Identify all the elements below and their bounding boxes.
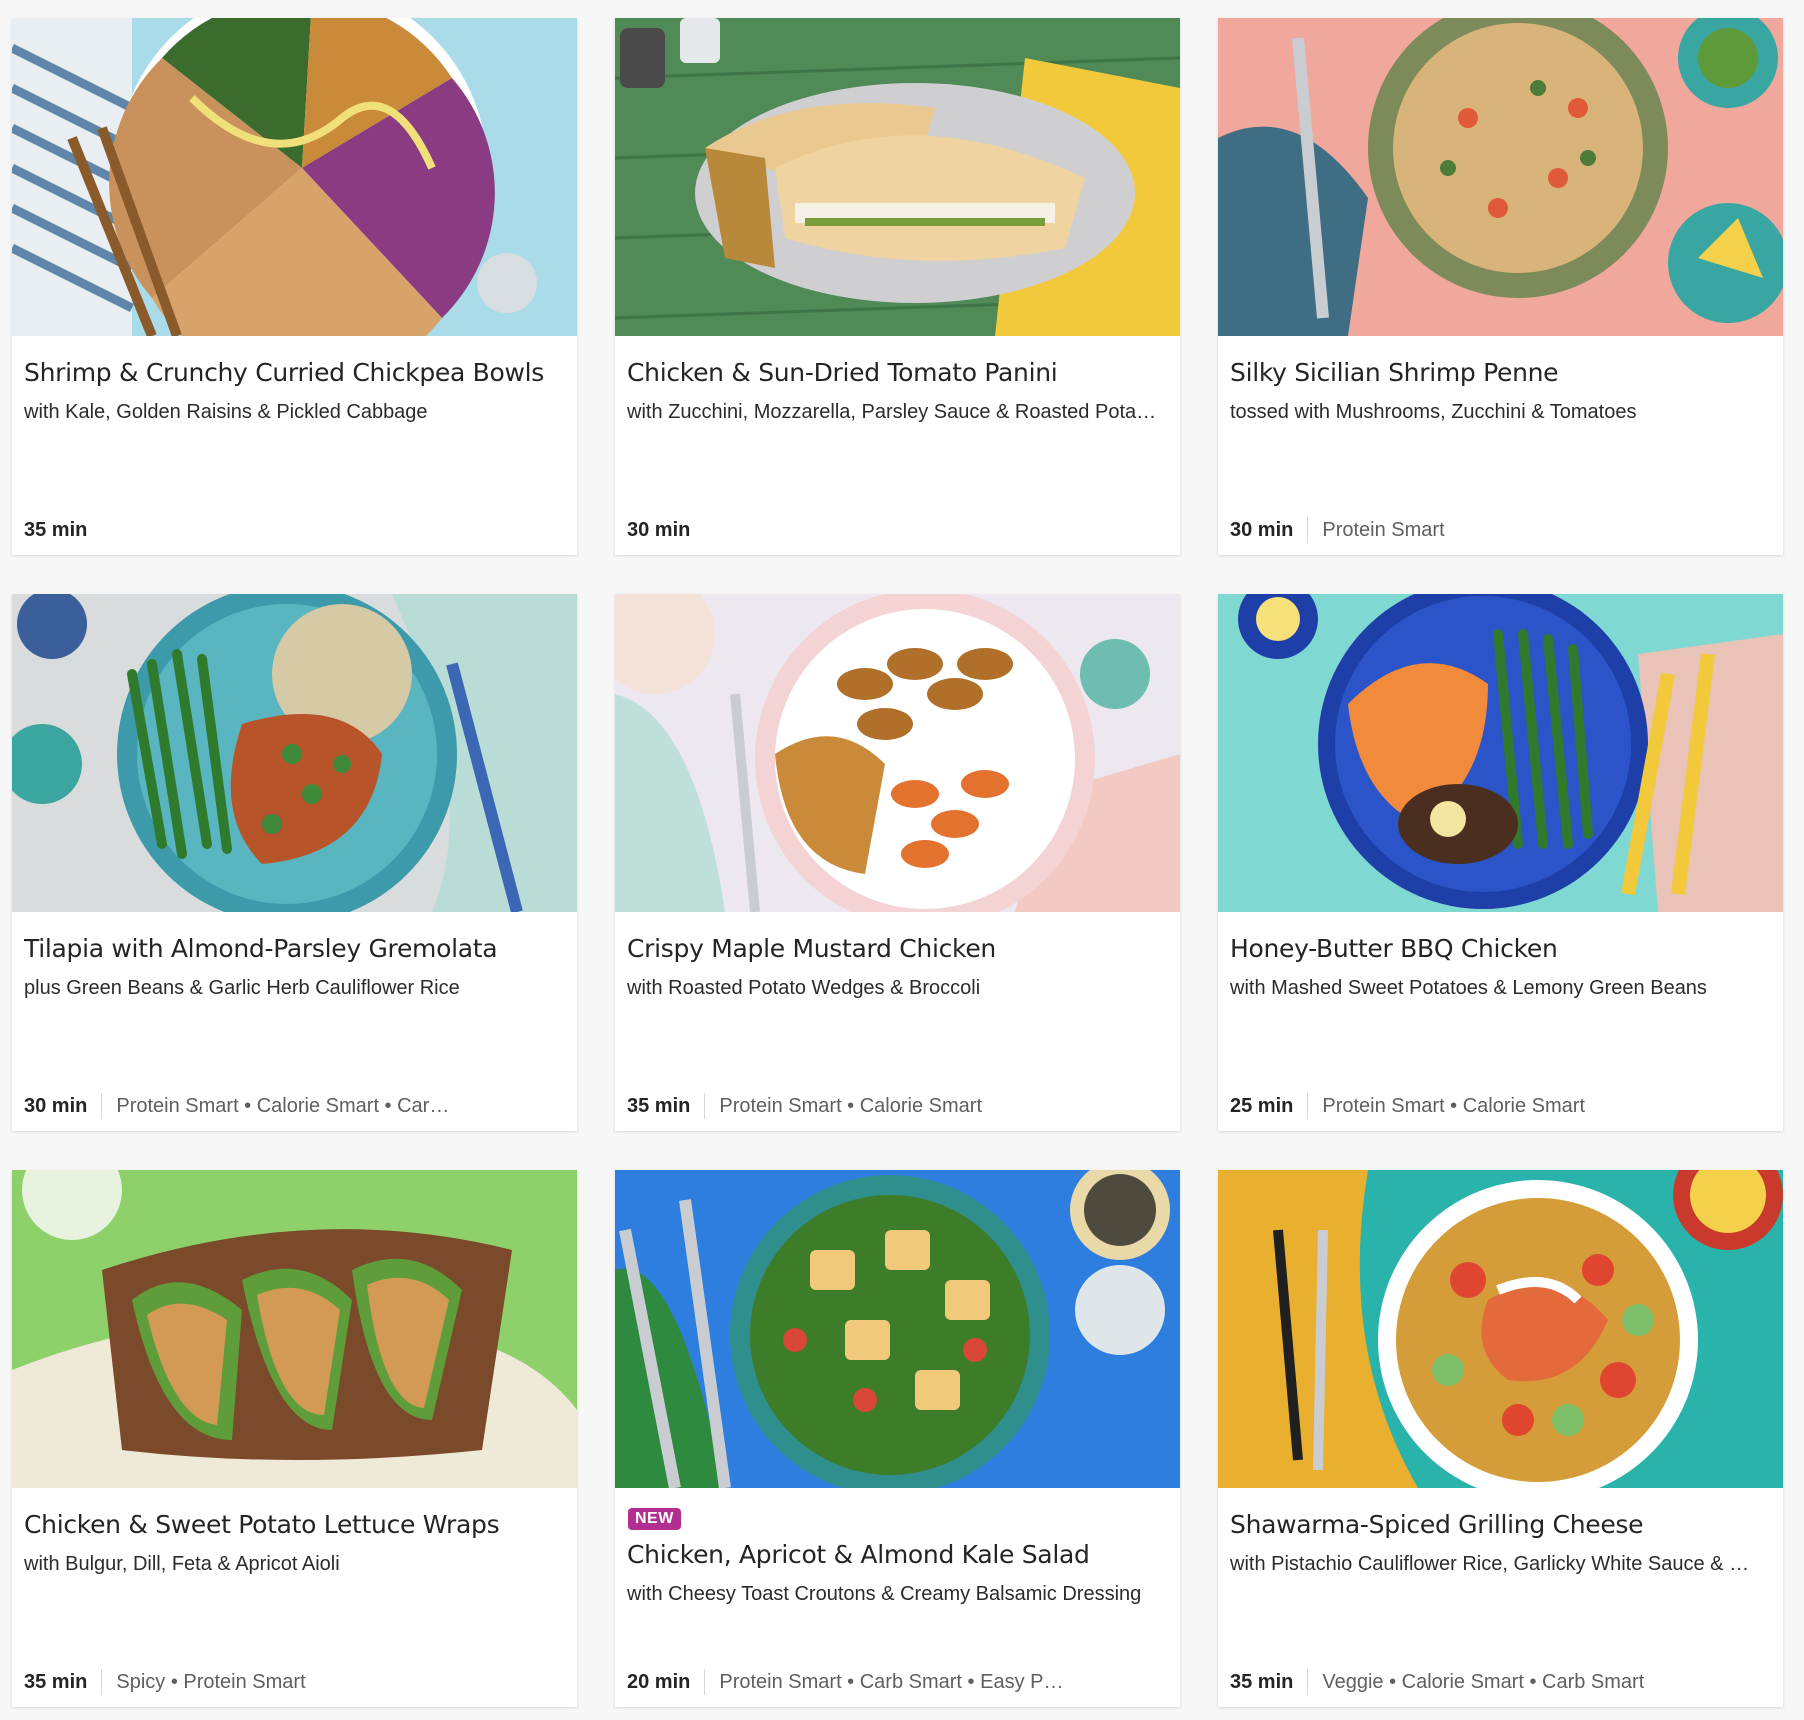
recipe-subtitle: plus Green Beans & Garlic Herb Cauliflow… [24, 977, 460, 999]
recipe-card[interactable]: Chicken & Sun-Dried Tomato Panini with Z… [615, 18, 1180, 555]
cook-time: 30 min [24, 1094, 88, 1117]
recipe-meta: 20 min Protein Smart • Carb Smart • Easy… [627, 1667, 1168, 1697]
recipe-tags: Veggie • Calorie Smart • Carb Smart [1322, 1670, 1645, 1693]
recipe-info: NEW Chicken, Apricot & Almond Kale Salad… [627, 1488, 1168, 1707]
chicken-potato-plate-icon [615, 594, 1180, 912]
recipe-subtitle: tossed with Mushrooms, Zucchini & Tomato… [1230, 401, 1637, 423]
shawarma-rice-bowl-icon [1218, 1170, 1783, 1488]
panini-on-plate-icon [615, 18, 1180, 336]
recipe-tags: Protein Smart • Calorie Smart [1322, 1094, 1585, 1117]
recipe-subtitle: with Kale, Golden Raisins & Pickled Cabb… [24, 401, 428, 423]
meta-divider [704, 1093, 706, 1119]
recipe-card[interactable]: Chicken & Sweet Potato Lettuce Wraps wit… [12, 1170, 577, 1707]
recipe-title[interactable]: Silky Sicilian Shrimp Penne [1230, 356, 1771, 390]
recipe-tags: Spicy • Protein Smart [116, 1670, 306, 1693]
cook-time: 25 min [1230, 1094, 1294, 1117]
recipe-image[interactable] [1218, 1170, 1783, 1488]
meta-divider [1307, 1669, 1309, 1695]
recipe-info: Honey-Butter BBQ Chicken with Mashed Swe… [1230, 912, 1771, 1131]
recipe-card[interactable]: Silky Sicilian Shrimp Penne tossed with … [1218, 18, 1783, 555]
recipe-title[interactable]: Chicken & Sun-Dried Tomato Panini [627, 356, 1168, 390]
recipe-info: Chicken & Sweet Potato Lettuce Wraps wit… [24, 1488, 565, 1707]
tilapia-plate-icon [12, 594, 577, 912]
recipe-info: Crispy Maple Mustard Chicken with Roaste… [627, 912, 1168, 1131]
cook-time: 30 min [627, 518, 691, 541]
recipe-title[interactable]: Tilapia with Almond-Parsley Gremolata [24, 932, 565, 966]
recipe-info: Silky Sicilian Shrimp Penne tossed with … [1230, 336, 1771, 555]
recipe-tags: Protein Smart • Calorie Smart • Car… [116, 1094, 450, 1117]
recipe-card[interactable]: Shawarma-Spiced Grilling Cheese with Pis… [1218, 1170, 1783, 1707]
recipe-subtitle: with Mashed Sweet Potatoes & Lemony Gree… [1230, 977, 1707, 999]
recipe-image[interactable] [1218, 594, 1783, 912]
recipe-image[interactable] [12, 1170, 577, 1488]
recipe-meta: 35 min Protein Smart • Calorie Smart [627, 1091, 1168, 1121]
recipe-title[interactable]: Chicken & Sweet Potato Lettuce Wraps [24, 1508, 565, 1542]
recipe-grid: Shrimp & Crunchy Curried Chickpea Bowls … [12, 18, 1783, 1707]
meta-divider [1307, 517, 1309, 543]
recipe-title[interactable]: Chicken, Apricot & Almond Kale Salad [627, 1538, 1168, 1572]
meta-divider [101, 1093, 103, 1119]
recipe-subtitle: with Cheesy Toast Croutons & Creamy Bals… [627, 1583, 1142, 1605]
recipe-title[interactable]: Shrimp & Crunchy Curried Chickpea Bowls [24, 356, 565, 390]
recipe-info: Tilapia with Almond-Parsley Gremolata pl… [24, 912, 565, 1131]
recipe-image[interactable] [1218, 18, 1783, 336]
recipe-card[interactable]: NEW Chicken, Apricot & Almond Kale Salad… [615, 1170, 1180, 1707]
recipe-info: Chicken & Sun-Dried Tomato Panini with Z… [627, 336, 1168, 555]
meta-divider [1307, 1093, 1309, 1119]
recipe-card[interactable]: Shrimp & Crunchy Curried Chickpea Bowls … [12, 18, 577, 555]
recipe-tags: Protein Smart [1322, 518, 1445, 541]
recipe-subtitle: with Roasted Potato Wedges & Broccoli [627, 977, 981, 999]
recipe-title[interactable]: Crispy Maple Mustard Chicken [627, 932, 1168, 966]
recipe-title[interactable]: Honey-Butter BBQ Chicken [1230, 932, 1771, 966]
kale-salad-bowl-icon [615, 1170, 1180, 1488]
recipe-info: Shrimp & Crunchy Curried Chickpea Bowls … [24, 336, 565, 555]
bbq-chicken-plate-icon [1218, 594, 1783, 912]
recipe-meta: 30 min Protein Smart [1230, 515, 1771, 545]
cook-time: 30 min [1230, 518, 1294, 541]
recipe-tags: Protein Smart • Carb Smart • Easy P… [719, 1670, 1064, 1693]
recipe-card[interactable]: Tilapia with Almond-Parsley Gremolata pl… [12, 594, 577, 1131]
recipe-meta: 35 min Spicy • Protein Smart [24, 1667, 565, 1697]
cook-time: 35 min [627, 1094, 691, 1117]
recipe-subtitle: with Zucchini, Mozzarella, Parsley Sauce… [627, 401, 1157, 423]
new-badge: NEW [628, 1508, 681, 1530]
meta-divider [704, 1669, 706, 1695]
recipe-meta: 35 min [24, 515, 565, 545]
penne-bowl-icon [1218, 18, 1783, 336]
cook-time: 35 min [1230, 1670, 1294, 1693]
recipe-meta: 30 min [627, 515, 1168, 545]
recipe-image[interactable] [12, 594, 577, 912]
cook-time: 35 min [24, 1670, 88, 1693]
recipe-image[interactable] [615, 594, 1180, 912]
recipe-meta: 30 min Protein Smart • Calorie Smart • C… [24, 1091, 565, 1121]
recipe-image[interactable] [12, 18, 577, 336]
recipe-info: Shawarma-Spiced Grilling Cheese with Pis… [1230, 1488, 1771, 1707]
recipe-image[interactable] [615, 18, 1180, 336]
recipe-card[interactable]: Honey-Butter BBQ Chicken with Mashed Swe… [1218, 594, 1783, 1131]
bowl-with-chickpeas-kale-cabbage-icon [12, 18, 577, 336]
cook-time: 35 min [24, 518, 88, 541]
recipe-subtitle: with Bulgur, Dill, Feta & Apricot Aioli [24, 1553, 340, 1575]
lettuce-wraps-board-icon [12, 1170, 577, 1488]
recipe-image[interactable] [615, 1170, 1180, 1488]
recipe-subtitle: with Pistachio Cauliflower Rice, Garlick… [1230, 1553, 1750, 1575]
recipe-title[interactable]: Shawarma-Spiced Grilling Cheese [1230, 1508, 1771, 1542]
meta-divider [101, 1669, 103, 1695]
recipe-meta: 25 min Protein Smart • Calorie Smart [1230, 1091, 1771, 1121]
recipe-tags: Protein Smart • Calorie Smart [719, 1094, 982, 1117]
recipe-meta: 35 min Veggie • Calorie Smart • Carb Sma… [1230, 1667, 1771, 1697]
recipe-card[interactable]: Crispy Maple Mustard Chicken with Roaste… [615, 594, 1180, 1131]
cook-time: 20 min [627, 1670, 691, 1693]
